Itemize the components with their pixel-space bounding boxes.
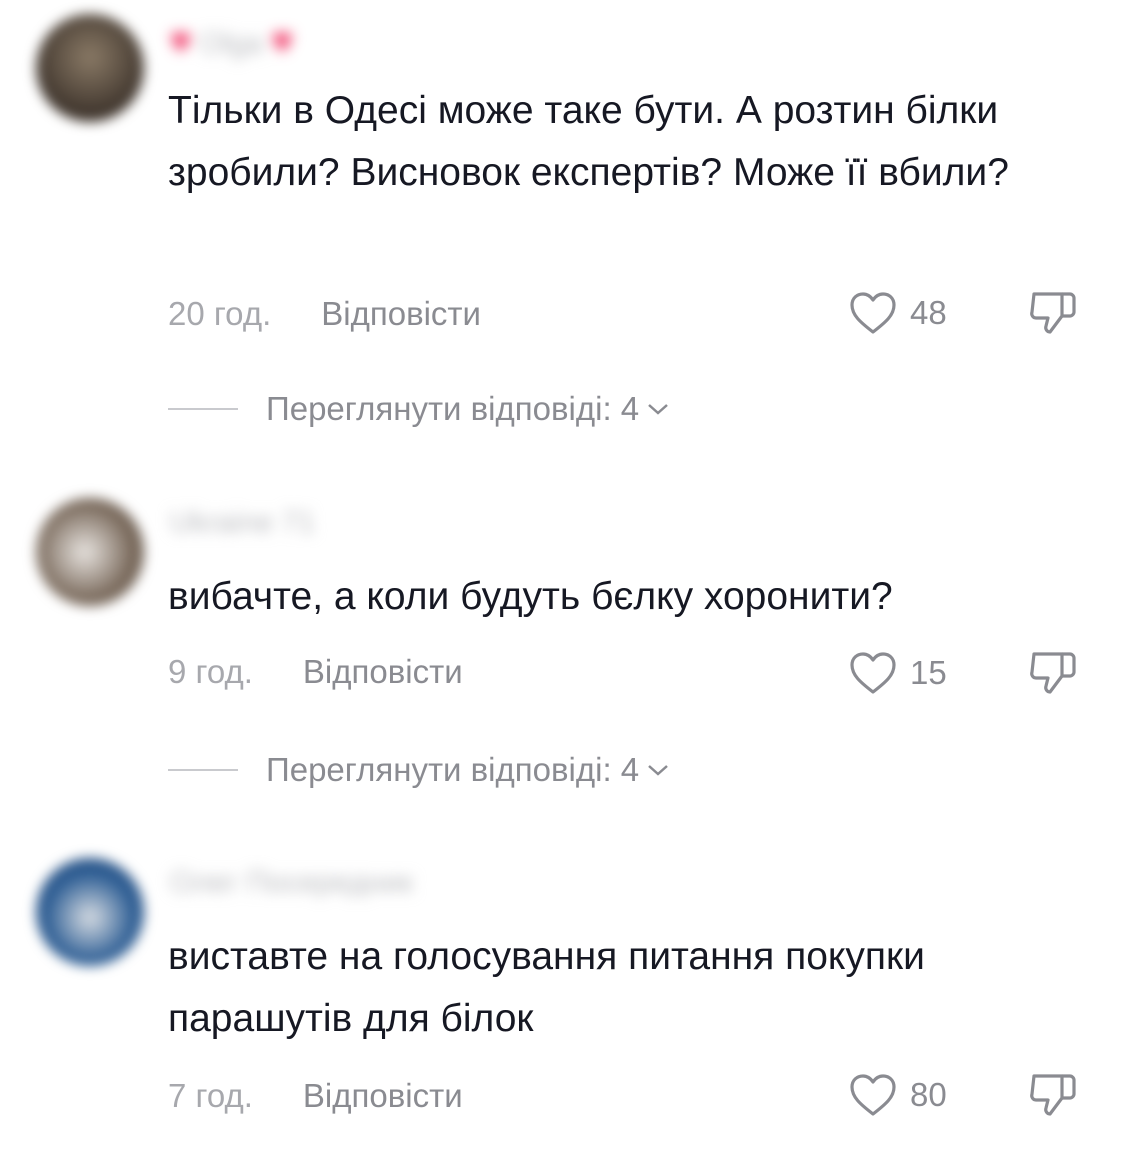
username-text: Olga <box>199 27 264 60</box>
comment-time: 20 год. <box>168 295 272 332</box>
like-button[interactable]: 15 <box>848 648 947 698</box>
avatar[interactable] <box>36 14 144 122</box>
divider <box>168 769 238 771</box>
comment-meta: 20 год. Відповісти <box>168 292 481 336</box>
comment-meta: 9 год. Відповісти <box>168 650 463 694</box>
username[interactable]: Олег Посередник <box>170 866 413 906</box>
like-button[interactable]: 80 <box>848 1070 947 1120</box>
like-count: 80 <box>910 1076 947 1113</box>
comment-text: виставте на голосування питання покупки … <box>168 935 925 1040</box>
comment-text: вибачте, а коли будуть бєлку хоронити? <box>168 575 893 618</box>
comments-list: ♥ Olga ♥ Тільки в Одесі може таке бути. … <box>0 0 1125 1164</box>
like-button[interactable]: 48 <box>848 288 947 338</box>
heart-outline-icon <box>850 1074 896 1116</box>
heart-badge-icon: ♥ <box>170 20 192 61</box>
heart-badge-icon: ♥ <box>271 20 293 61</box>
reply-button[interactable]: Відповісти <box>321 295 481 333</box>
thumbs-down-icon[interactable] <box>1026 288 1080 338</box>
thumbs-down-icon[interactable] <box>1026 648 1080 698</box>
reply-button[interactable]: Відповісти <box>303 1077 463 1115</box>
username-text: Олег Посередник <box>170 866 414 899</box>
view-replies-button[interactable]: Переглянути відповіді: 4 <box>168 748 669 792</box>
thumbs-down-icon[interactable] <box>1026 1070 1080 1120</box>
heart-outline-icon <box>850 652 896 694</box>
heart-outline-icon <box>850 292 896 334</box>
view-replies-label: Переглянути відповіді: 4 <box>266 751 640 788</box>
view-replies-label: Переглянути відповіді: 4 <box>266 390 640 427</box>
comment-time: 7 год. <box>168 1077 253 1114</box>
chevron-down-icon <box>648 404 668 415</box>
username[interactable]: Ukraine 71 <box>170 506 315 546</box>
username[interactable]: ♥ Olga ♥ <box>170 20 293 61</box>
avatar[interactable] <box>36 858 144 966</box>
reply-button[interactable]: Відповісти <box>303 653 463 691</box>
like-count: 15 <box>910 654 947 691</box>
chevron-down-icon <box>648 765 668 776</box>
comment-time: 9 год. <box>168 653 253 690</box>
username-text: Ukraine 71 <box>170 506 316 539</box>
comment-meta: 7 год. Відповісти <box>168 1074 463 1118</box>
comment-text: Тільки в Одесі може таке бути. А розтин … <box>168 89 1009 194</box>
like-count: 48 <box>910 294 947 331</box>
view-replies-button[interactable]: Переглянути відповіді: 4 <box>168 387 669 431</box>
divider <box>168 408 238 410</box>
avatar[interactable] <box>36 498 144 606</box>
